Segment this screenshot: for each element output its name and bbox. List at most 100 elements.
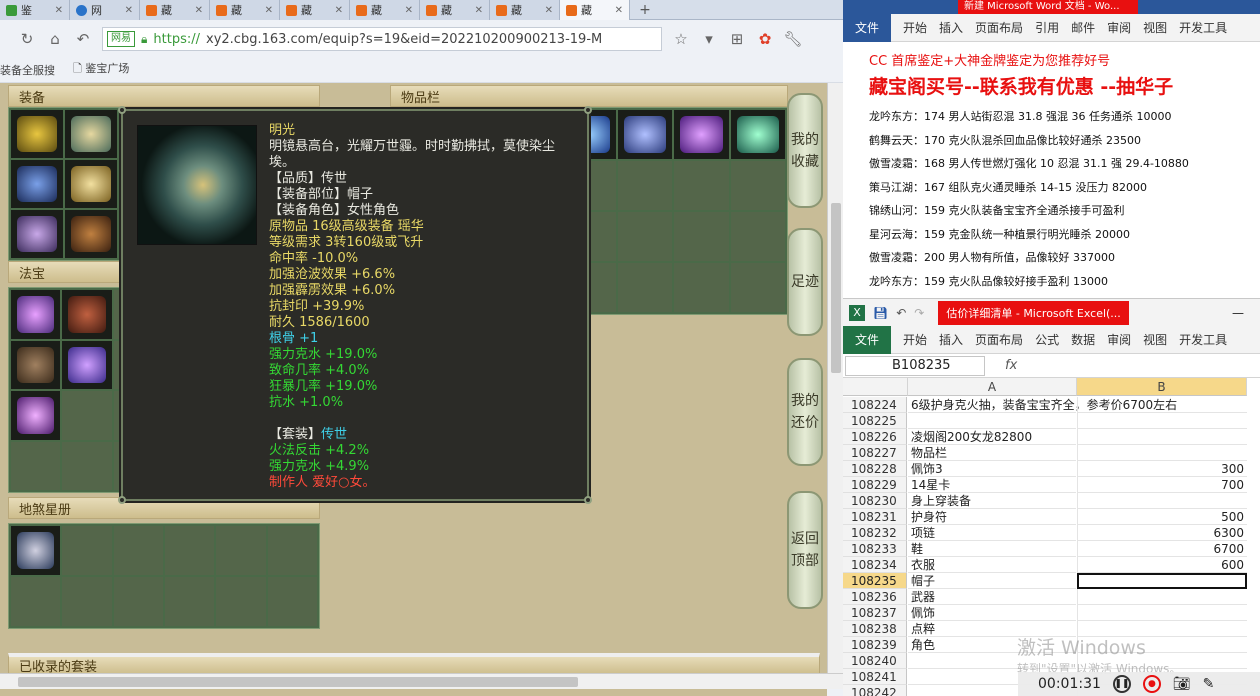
cell-b[interactable]: 500 bbox=[1077, 509, 1247, 525]
excel-file-tab[interactable]: 文件 bbox=[843, 325, 892, 354]
row-number[interactable]: 108242 bbox=[843, 685, 907, 696]
cell-b[interactable] bbox=[1077, 493, 1247, 509]
grid-icon[interactable]: ⊞ bbox=[728, 30, 746, 48]
tab-3[interactable]: 藏 ✕ bbox=[210, 0, 280, 20]
word-document[interactable]: CC 首席鉴定+大神金牌鉴定为您推荐好号 藏宝阁买号--联系我有优惠 --抽华子… bbox=[843, 42, 1260, 298]
select-all[interactable] bbox=[843, 378, 908, 396]
cell-b[interactable] bbox=[1077, 445, 1247, 461]
tab-2[interactable]: 藏 ✕ bbox=[140, 0, 210, 20]
item-slot[interactable] bbox=[674, 110, 729, 159]
disha-slot[interactable] bbox=[113, 577, 163, 626]
fabao-slot[interactable] bbox=[62, 290, 112, 339]
word-tab[interactable]: 邮件 bbox=[1065, 19, 1101, 36]
row-number[interactable]: 108225 bbox=[843, 413, 907, 429]
item-slot[interactable] bbox=[730, 263, 785, 312]
word-tab[interactable]: 审阅 bbox=[1101, 19, 1137, 36]
cell-b[interactable] bbox=[1077, 605, 1247, 621]
pen-icon[interactable]: ✎ bbox=[1203, 676, 1215, 692]
cell-a[interactable]: 项链 bbox=[908, 525, 1076, 541]
row-number[interactable]: 108237 bbox=[843, 605, 907, 621]
stop-icon[interactable]: ● bbox=[1142, 675, 1161, 693]
row-number[interactable]: 108233 bbox=[843, 541, 907, 557]
item-slot[interactable] bbox=[674, 212, 729, 261]
fabao-slot[interactable] bbox=[11, 340, 61, 389]
equip-slot[interactable] bbox=[11, 160, 63, 208]
tab-7[interactable]: 藏 ✕ bbox=[490, 0, 560, 20]
item-slot[interactable] bbox=[730, 110, 785, 159]
tab-6[interactable]: 藏 ✕ bbox=[420, 0, 490, 20]
row-number[interactable]: 108230 bbox=[843, 493, 907, 509]
excel-tab[interactable]: 页面布局 bbox=[969, 331, 1029, 348]
disha-slot[interactable] bbox=[11, 526, 61, 575]
fabao-slot[interactable] bbox=[11, 441, 61, 490]
cell-a[interactable]: 佩饰3 bbox=[908, 461, 1076, 477]
cell-b[interactable]: 300 bbox=[1077, 461, 1247, 477]
history-button[interactable]: 足迹 bbox=[787, 228, 823, 336]
fabao-slot[interactable] bbox=[62, 441, 112, 490]
row-number[interactable]: 108227 bbox=[843, 445, 907, 461]
close-icon[interactable]: ✕ bbox=[545, 5, 553, 16]
disha-slot[interactable] bbox=[62, 577, 112, 626]
column-header[interactable]: B bbox=[1077, 378, 1247, 396]
new-tab-button[interactable]: + bbox=[630, 0, 660, 19]
star-icon[interactable]: ☆ bbox=[672, 30, 690, 48]
fabao-slot[interactable] bbox=[11, 290, 61, 339]
tab-4[interactable]: 藏 ✕ bbox=[280, 0, 350, 20]
save-icon[interactable]: 💾︎ bbox=[873, 306, 888, 320]
cell-a[interactable]: 衣服 bbox=[908, 557, 1076, 573]
bookmark-item[interactable]: 装备全服搜 bbox=[0, 62, 55, 78]
scroll-thumb[interactable] bbox=[18, 677, 578, 687]
cell-b[interactable]: 600 bbox=[1077, 557, 1247, 573]
tab-5[interactable]: 藏 ✕ bbox=[350, 0, 420, 20]
extension-icon[interactable]: ✿ bbox=[756, 30, 774, 48]
equip-slot[interactable] bbox=[11, 110, 63, 158]
row-number[interactable]: 108228 bbox=[843, 461, 907, 477]
close-icon[interactable]: ✕ bbox=[195, 5, 203, 16]
disha-slot[interactable] bbox=[62, 526, 112, 575]
cell-b[interactable] bbox=[1077, 589, 1247, 605]
row-number[interactable]: 108229 bbox=[843, 477, 907, 493]
equip-slot[interactable] bbox=[65, 160, 117, 208]
pause-icon[interactable]: ❚❚ bbox=[1112, 675, 1131, 693]
item-slot[interactable] bbox=[730, 161, 785, 210]
address-bar[interactable]: 网易 🔒︎ https:// xy2.cbg.163.com/equip?s=19… bbox=[102, 27, 662, 51]
tab-8[interactable]: 藏 ✕ bbox=[560, 0, 630, 20]
counter-offer-button[interactable]: 我的还价 bbox=[787, 358, 823, 466]
word-tab[interactable]: 开发工具 bbox=[1173, 19, 1233, 36]
fabao-slot[interactable] bbox=[62, 340, 112, 389]
close-icon[interactable]: ✕ bbox=[125, 5, 133, 16]
wrench-icon[interactable]: 🔧︎ bbox=[783, 30, 802, 48]
excel-tab[interactable]: 开发工具 bbox=[1173, 331, 1233, 348]
camera-icon[interactable]: 📷︎ bbox=[1173, 676, 1191, 692]
row-number[interactable]: 108238 bbox=[843, 621, 907, 637]
item-slot[interactable] bbox=[618, 263, 673, 312]
cell-b[interactable] bbox=[1077, 429, 1247, 445]
close-icon[interactable]: ✕ bbox=[335, 5, 343, 16]
close-icon[interactable]: ✕ bbox=[265, 5, 273, 16]
item-slot[interactable] bbox=[618, 110, 673, 159]
cell-b[interactable]: 6700 bbox=[1077, 541, 1247, 557]
word-tab[interactable]: 开始 bbox=[897, 19, 933, 36]
bookmark-item[interactable]: 🗋︎ 鉴宝广场 bbox=[73, 60, 129, 79]
excel-tab[interactable]: 插入 bbox=[933, 331, 969, 348]
scroll-thumb[interactable] bbox=[831, 203, 841, 373]
row-number[interactable]: 108232 bbox=[843, 525, 907, 541]
cell-a[interactable]: 武器 bbox=[908, 589, 1076, 605]
close-icon[interactable]: ✕ bbox=[475, 5, 483, 16]
row-number[interactable]: 108224 bbox=[843, 397, 907, 413]
item-slot[interactable] bbox=[674, 263, 729, 312]
disha-slot[interactable] bbox=[11, 577, 61, 626]
row-number[interactable]: 108239 bbox=[843, 637, 907, 653]
cell-a[interactable]: 14星卡 bbox=[908, 477, 1076, 493]
cell-b[interactable] bbox=[1077, 413, 1247, 429]
word-tab[interactable]: 插入 bbox=[933, 19, 969, 36]
item-slot[interactable] bbox=[618, 212, 673, 261]
disha-slot[interactable] bbox=[113, 526, 163, 575]
item-slot[interactable] bbox=[618, 161, 673, 210]
cell-a[interactable]: 帽子 bbox=[908, 573, 1076, 589]
cell-b[interactable] bbox=[1077, 573, 1247, 589]
back-to-top-button[interactable]: 返回顶部 bbox=[787, 491, 823, 609]
refresh-icon[interactable]: ↻ bbox=[18, 30, 36, 48]
tab-0[interactable]: 鉴 ✕ bbox=[0, 0, 70, 20]
word-tab[interactable]: 视图 bbox=[1137, 19, 1173, 36]
